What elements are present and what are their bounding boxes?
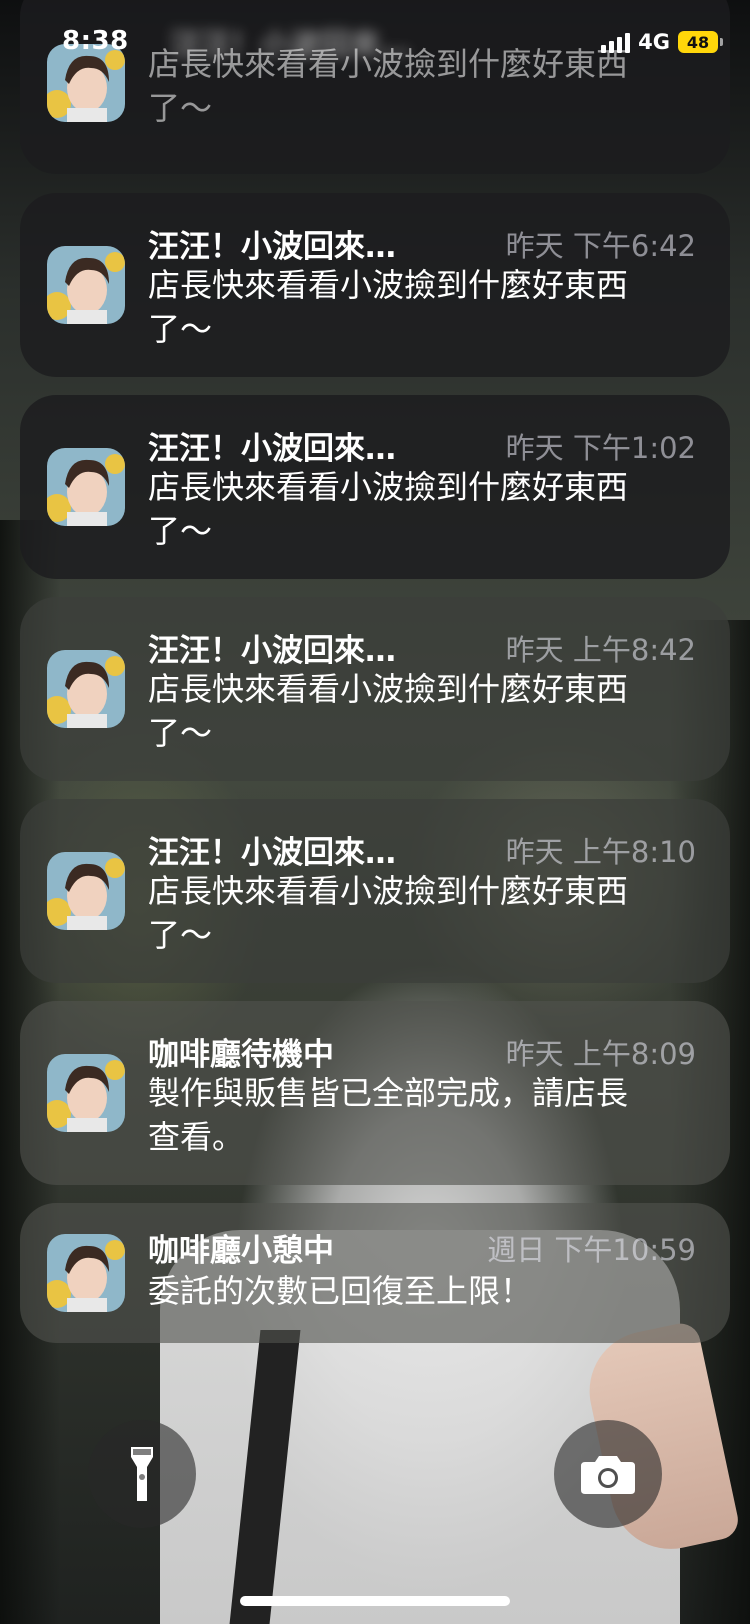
- notification-body: 店長快來看看小波撿到什麼好東西了～: [148, 468, 629, 550]
- notification-time: 週日 下午10:59: [487, 1233, 696, 1267]
- battery-icon: 48: [678, 31, 723, 53]
- notification-title: 汪汪！小波回來…: [148, 835, 396, 871]
- status-indicators: 4G 48: [601, 30, 723, 54]
- notification-body: 製作與販售皆已全部完成，請店長查看。: [148, 1074, 629, 1156]
- flashlight-button[interactable]: [88, 1420, 196, 1528]
- network-type: 4G: [638, 30, 670, 54]
- notification-4[interactable]: 汪汪！小波回來… 昨天 上午8:10 店長快來看看小波撿到什麼好東西了～: [20, 799, 730, 983]
- notification-2[interactable]: 汪汪！小波回來… 昨天 下午1:02 店長快來看看小波撿到什麼好東西了～: [20, 395, 730, 579]
- notification-time: 昨天 下午6:42: [505, 229, 696, 263]
- notification-time: 昨天 上午8:42: [505, 633, 696, 667]
- notification-time: 昨天 下午1:02: [505, 431, 696, 465]
- status-bar: 8:38 4G 48: [0, 0, 750, 90]
- notification-title: 咖啡廳小憩中: [148, 1233, 334, 1269]
- notification-title: 汪汪！小波回來…: [148, 431, 396, 467]
- notification-body: 店長快來看看小波撿到什麼好東西了～: [148, 872, 629, 954]
- status-time: 8:38: [62, 26, 129, 56]
- app-icon: [47, 1234, 125, 1312]
- notification-6[interactable]: 咖啡廳小憩中 週日 下午10:59 委託的次數已回復至上限！: [20, 1203, 730, 1343]
- app-icon: [47, 246, 125, 324]
- app-icon: [47, 448, 125, 526]
- notification-body: 委託的次數已回復至上限！: [148, 1272, 533, 1310]
- notification-time: 昨天 上午8:10: [505, 835, 696, 869]
- cellular-signal-icon: [601, 31, 631, 53]
- notification-time: 昨天 上午8:09: [505, 1037, 696, 1071]
- flashlight-icon: [131, 1447, 153, 1501]
- notification-body: 店長快來看看小波撿到什麼好東西了～: [148, 266, 629, 348]
- app-icon: [47, 1054, 125, 1132]
- camera-icon: [581, 1456, 635, 1494]
- notification-5[interactable]: 咖啡廳待機中 昨天 上午8:09 製作與販售皆已全部完成，請店長查看。: [20, 1001, 730, 1185]
- notification-1[interactable]: 汪汪！小波回來… 昨天 下午6:42 店長快來看看小波撿到什麼好東西了～: [20, 193, 730, 377]
- camera-button[interactable]: [554, 1420, 662, 1528]
- notification-3[interactable]: 汪汪！小波回來… 昨天 上午8:42 店長快來看看小波撿到什麼好東西了～: [20, 597, 730, 781]
- home-indicator[interactable]: [240, 1596, 510, 1606]
- app-icon: [47, 852, 125, 930]
- notification-body: 店長快來看看小波撿到什麼好東西了～: [148, 670, 629, 752]
- battery-level: 48: [686, 32, 710, 52]
- app-icon: [47, 650, 125, 728]
- notification-title: 汪汪！小波回來…: [148, 229, 396, 265]
- notification-title: 咖啡廳待機中: [148, 1037, 334, 1073]
- notification-title: 汪汪！小波回來…: [148, 633, 396, 669]
